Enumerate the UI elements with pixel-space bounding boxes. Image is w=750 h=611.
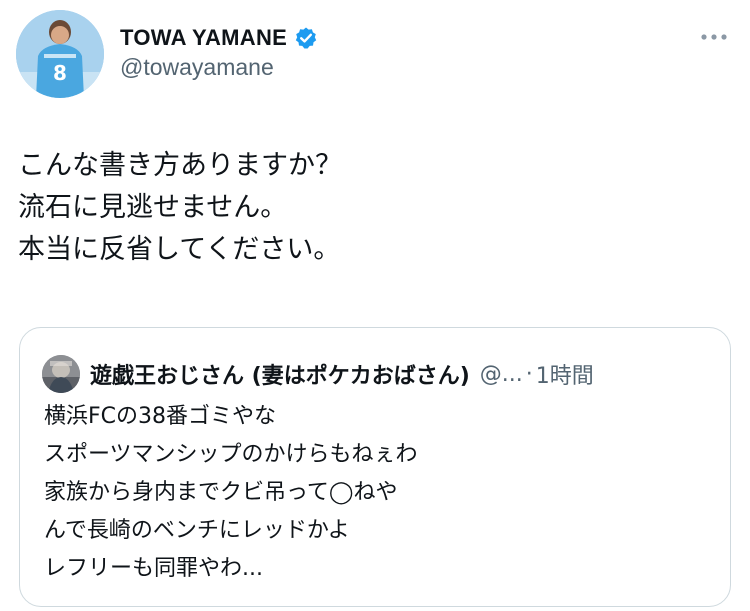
svg-text:8: 8 — [53, 61, 67, 85]
more-options-button[interactable] — [694, 20, 734, 50]
quote-text: 横浜FCの38番ゴミやな スポーツマンシップのかけらもねぇわ 家族から身内までク… — [44, 398, 418, 588]
quote-author-name[interactable]: 遊戯王おじさん (妻はポケカおばさん) — [90, 358, 470, 390]
quote-author-avatar[interactable] — [42, 355, 80, 393]
tweet-line: 本当に反省してください。 — [18, 234, 341, 265]
more-horizontal-icon — [700, 26, 728, 45]
tweet-text: こんな書き方ありますか？ 流石に見逃せません。 本当に反省してください。 — [18, 145, 342, 271]
quote-line: スポーツマンシップのかけらもねぇわ — [44, 442, 418, 467]
author-name[interactable]: TOWA YAMANE — [120, 25, 287, 51]
quote-line: んで長崎のベンチにレッドかよ — [44, 518, 350, 543]
author-handle[interactable]: @towayamane — [120, 54, 274, 81]
quote-line: 家族から身内までクビ吊って◯ねや — [44, 480, 398, 505]
quote-separator: · — [525, 361, 533, 387]
verified-badge-icon — [294, 26, 318, 50]
quoted-tweet-card[interactable]: 遊戯王おじさん (妻はポケカおばさん) @... · 1時間 横浜FCの38番ゴ… — [19, 327, 731, 607]
quote-line: レフリーも同罪やわ... — [44, 556, 263, 581]
quote-author-handle[interactable]: @... — [480, 362, 523, 387]
author-name-row[interactable]: TOWA YAMANE — [120, 22, 318, 54]
tweet-line: 流石に見逃せません。 — [18, 192, 288, 223]
quote-header: 遊戯王おじさん (妻はポケカおばさん) @... · 1時間 — [90, 356, 594, 392]
tweet-line: こんな書き方ありますか？ — [18, 150, 342, 181]
author-avatar[interactable]: 8 — [16, 10, 104, 98]
quote-line: 横浜FCの38番ゴミやな — [44, 404, 277, 429]
quote-timestamp[interactable]: 1時間 — [536, 358, 594, 390]
